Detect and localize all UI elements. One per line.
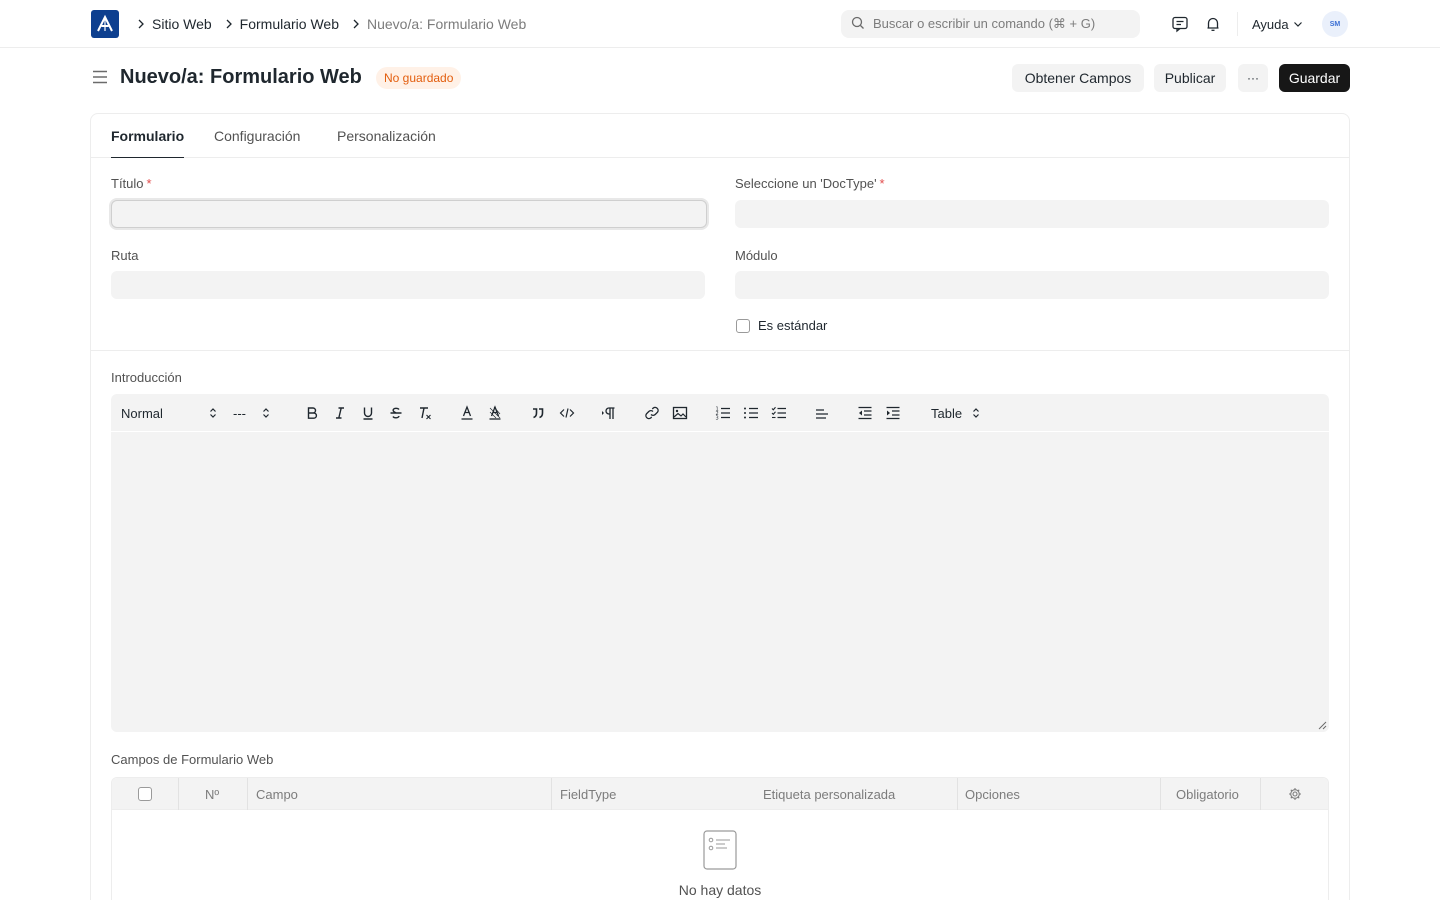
editor-toolbar: Normal --- 123 Table [111,394,1329,432]
fields-table: Nº Campo FieldType Etiqueta personalizad… [111,777,1329,900]
search-icon [851,16,865,33]
is-standard-checkbox-row[interactable]: Es estándar [736,318,827,333]
save-button[interactable]: Guardar [1279,64,1350,92]
column-header-opciones: Opciones [965,786,1020,802]
empty-list-icon [703,830,737,870]
tab-formulario[interactable]: Formulario [111,114,185,158]
app-logo-icon[interactable] [91,10,119,38]
column-header-fieldtype: FieldType [560,786,617,802]
select-all-checkbox[interactable] [138,787,152,801]
breadcrumb: Sitio Web Formulario Web Nuevo/a: Formul… [132,0,534,48]
column-divider [1160,778,1161,810]
is-standard-label: Es estándar [758,318,828,333]
publish-button[interactable]: Publicar [1154,64,1226,92]
tab-configuracion[interactable]: Configuración [214,114,300,158]
image-icon[interactable] [672,394,688,432]
column-divider [178,778,179,810]
fields-table-empty-state: No hay datos [112,810,1328,900]
text-direction-icon[interactable] [601,394,617,432]
breadcrumb-item-current: Nuevo/a: Formulario Web [347,16,534,32]
search-input[interactable]: Buscar o escribir un comando (⌘ + G) [841,10,1140,38]
underline-icon[interactable] [361,394,375,432]
header-select[interactable]: Normal [121,394,217,432]
form-card: Formulario Configuración Personalización… [90,113,1350,900]
link-icon[interactable] [644,394,660,432]
blockquote-icon[interactable] [531,394,545,432]
column-divider [551,778,552,810]
avatar[interactable]: SM [1322,11,1348,37]
top-navbar: Sitio Web Formulario Web Nuevo/a: Formul… [0,0,1440,48]
chevron-right-icon [220,19,238,29]
route-label: Ruta [111,248,139,263]
updown-icon [263,408,269,418]
italic-icon[interactable] [333,394,347,432]
hamburger-icon[interactable] [91,68,109,86]
column-divider [247,778,248,810]
route-input[interactable] [111,271,705,299]
breadcrumb-item-sitio-web[interactable]: Sitio Web [132,16,220,32]
column-divider [1260,778,1261,810]
table-select[interactable]: Table [931,394,980,432]
chevron-down-icon [1293,22,1302,27]
code-icon[interactable] [559,394,575,432]
page-title: Nuevo/a: Formulario Web [120,66,362,88]
fields-table-header: Nº Campo FieldType Etiqueta personalizad… [112,778,1328,810]
select-all-checkbox-cell[interactable] [138,778,152,810]
status-badge: No guardado [376,67,462,89]
chevron-right-icon [132,19,150,29]
background-color-icon[interactable] [488,394,502,432]
more-actions-button[interactable]: ··· [1238,64,1268,92]
doctype-input[interactable] [735,200,1329,228]
column-header-etiqueta: Etiqueta personalizada [763,786,896,802]
bell-icon[interactable] [1203,14,1223,34]
svg-text:3: 3 [716,416,719,421]
size-select[interactable]: --- [233,394,270,432]
column-divider [957,778,958,810]
gear-icon[interactable] [1288,778,1302,810]
bullet-list-icon[interactable] [743,394,759,432]
breadcrumb-label: Formulario Web [239,16,339,32]
module-label: Módulo [735,248,778,263]
ordered-list-icon[interactable]: 123 [715,394,731,432]
breadcrumb-item-formulario-web[interactable]: Formulario Web [220,16,347,32]
doctype-label: Seleccione un 'DocType' * [735,176,885,191]
outdent-icon[interactable] [857,394,873,432]
title-label: Título * [111,176,152,191]
updown-icon [209,408,216,418]
is-standard-checkbox[interactable] [736,318,750,333]
help-dropdown[interactable]: Ayuda [1252,0,1303,48]
strikethrough-icon[interactable] [389,394,403,432]
column-header-number: Nº [205,786,220,802]
section-divider [91,350,1349,351]
navbar-divider [1237,12,1238,36]
page-head: Nuevo/a: Formulario Web No guardado Obte… [0,48,1440,110]
empty-state-text: No hay datos [678,882,762,898]
indent-icon[interactable] [885,394,901,432]
updown-icon [973,408,980,418]
intro-label: Introducción [111,370,182,385]
checklist-icon[interactable] [771,394,787,432]
tab-personalizacion[interactable]: Personalización [337,114,436,158]
get-fields-button[interactable]: Obtener Campos [1012,64,1144,92]
column-header-obligatorio: Obligatorio [1176,786,1239,802]
module-input[interactable] [735,271,1329,299]
resize-handle-icon[interactable] [1317,720,1327,730]
bold-icon[interactable] [305,394,319,432]
search-placeholder: Buscar o escribir un comando (⌘ + G) [873,16,1096,31]
fields-table-label: Campos de Formulario Web [111,752,274,767]
help-label: Ayuda [1252,16,1289,32]
title-input[interactable] [111,200,707,228]
intro-editor[interactable] [111,432,1329,732]
align-left-icon[interactable] [814,394,830,432]
clear-format-icon[interactable] [417,394,433,432]
form-tabs: Formulario Configuración Personalización [91,114,1349,158]
breadcrumb-label: Sitio Web [152,16,212,32]
chevron-right-icon [347,19,365,29]
text-color-icon[interactable] [460,394,474,432]
column-header-campo: Campo [256,786,298,802]
breadcrumb-label: Nuevo/a: Formulario Web [367,16,527,32]
chat-icon[interactable] [1170,14,1190,34]
